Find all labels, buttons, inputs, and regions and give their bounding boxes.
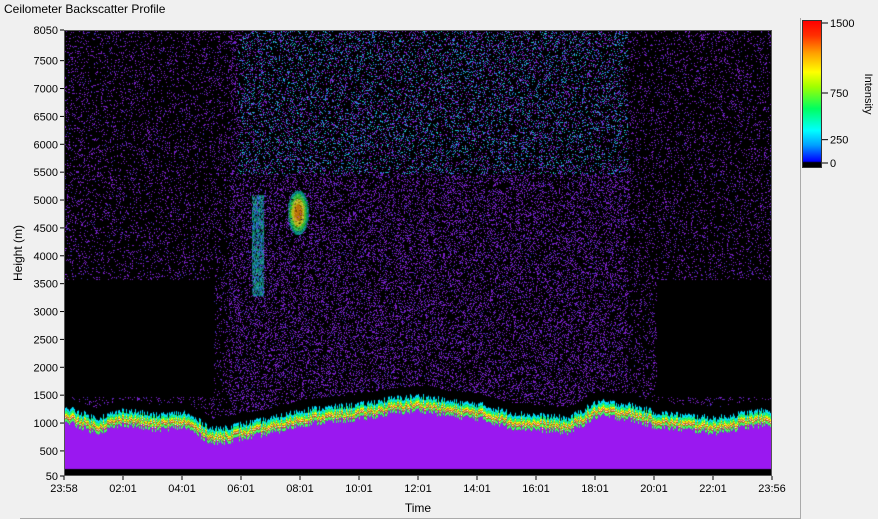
backscatter-heatmap bbox=[65, 31, 771, 475]
y-tick-label: 500 bbox=[40, 446, 58, 458]
y-tick-label: 5500 bbox=[34, 167, 58, 179]
x-tick-label: 23:58 bbox=[50, 483, 78, 495]
x-tick-label: 02:01 bbox=[109, 483, 137, 495]
x-axis-label: Time bbox=[405, 501, 432, 515]
x-tick-label: 06:01 bbox=[227, 483, 255, 495]
y-tick-label: 2000 bbox=[34, 362, 58, 374]
x-tick-label: 12:01 bbox=[404, 483, 432, 495]
colorbar-tick-label: 250 bbox=[830, 135, 848, 147]
colorbar-tick-label: 0 bbox=[830, 158, 836, 170]
colorbar-tick-label: 1500 bbox=[830, 18, 854, 30]
x-tick-label: 04:01 bbox=[168, 483, 196, 495]
x-tick-label: 10:01 bbox=[345, 483, 373, 495]
y-axis-ticks: 50 500 1000 1500 2000 2500 3000 3500 4000 4500 500… bbox=[34, 25, 64, 483]
y-tick-label: 7000 bbox=[34, 84, 58, 96]
x-tick-label: 20:01 bbox=[640, 483, 668, 495]
x-axis-ticks: 23:58 02:01 04:01 06:01 08:01 10:01 12:01 14:01… bbox=[50, 476, 786, 495]
y-tick-label: 3000 bbox=[34, 307, 58, 319]
x-tick-label: 22:01 bbox=[699, 483, 727, 495]
heatmap-plot-area[interactable] bbox=[64, 30, 772, 476]
y-tick-label: 8050 bbox=[34, 25, 58, 37]
y-axis-label: Height (m) bbox=[11, 225, 25, 281]
x-tick-label: 23:56 bbox=[758, 483, 786, 495]
window-title: Ceilometer Backscatter Profile bbox=[4, 2, 166, 16]
y-tick-label: 1000 bbox=[34, 418, 58, 430]
x-tick-label: 08:01 bbox=[286, 483, 314, 495]
y-tick-label: 4000 bbox=[34, 251, 58, 263]
y-tick-label: 7500 bbox=[34, 56, 58, 68]
y-tick-label: 4500 bbox=[34, 223, 58, 235]
y-tick-label: 5000 bbox=[34, 195, 58, 207]
colorbar-label: Intensity bbox=[862, 74, 874, 115]
x-tick-label: 14:01 bbox=[463, 483, 491, 495]
y-tick-label: 50 bbox=[46, 471, 58, 483]
y-tick-label: 3500 bbox=[34, 279, 58, 291]
colorbar bbox=[802, 20, 822, 168]
y-tick-label: 6000 bbox=[34, 139, 58, 151]
colorbar-ticks: 0 250 750 1500 bbox=[822, 18, 854, 170]
x-tick-label: 18:01 bbox=[581, 483, 609, 495]
y-tick-label: 6500 bbox=[34, 111, 58, 123]
x-tick-label: 16:01 bbox=[522, 483, 550, 495]
colorbar-tick-label: 750 bbox=[830, 88, 848, 100]
y-tick-label: 1500 bbox=[34, 390, 58, 402]
y-tick-label: 2500 bbox=[34, 334, 58, 346]
